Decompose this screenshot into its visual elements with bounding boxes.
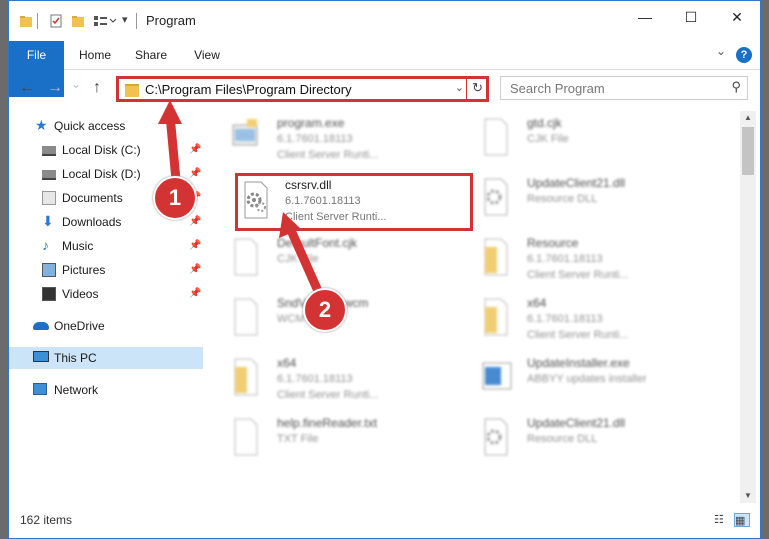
annotation-arrows [158, 100, 327, 302]
step-marker-2: 2 [303, 288, 347, 332]
step-marker-1: 1 [153, 176, 197, 220]
